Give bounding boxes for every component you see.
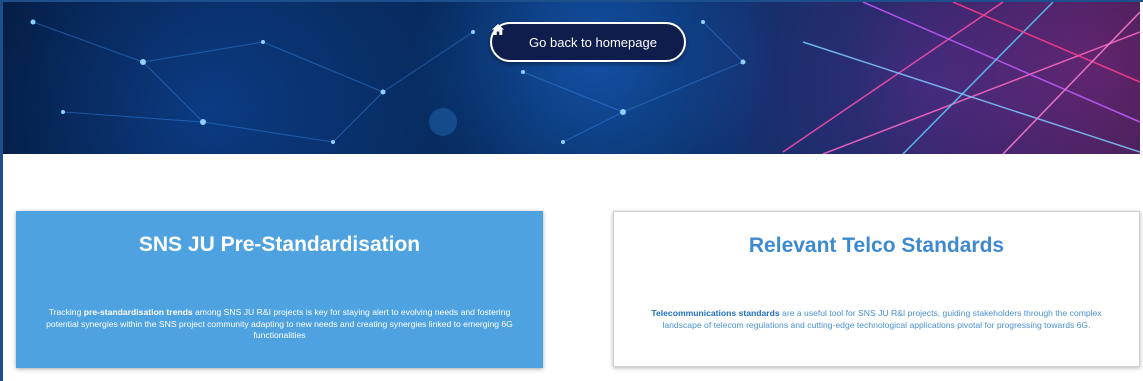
- go-back-home-button[interactable]: Go back to homepage: [490, 22, 686, 62]
- hero-banner: Go back to homepage: [3, 2, 1140, 154]
- telco-standards-card[interactable]: Relevant Telco Standards Telecommunicati…: [613, 211, 1140, 367]
- telco-standards-description: Telecommunications standards are a usefu…: [651, 308, 1102, 330]
- pre-standardisation-card[interactable]: SNS JU Pre-Standardisation Tracking pre-…: [16, 211, 543, 368]
- pre-standardisation-description: Tracking pre-standardisation trends amon…: [46, 307, 513, 340]
- telco-standards-title: Relevant Telco Standards: [748, 234, 1005, 257]
- pre-standardisation-title: SNS JU Pre-Standardisation: [138, 233, 421, 256]
- go-back-home-label: Go back to homepage: [529, 34, 657, 50]
